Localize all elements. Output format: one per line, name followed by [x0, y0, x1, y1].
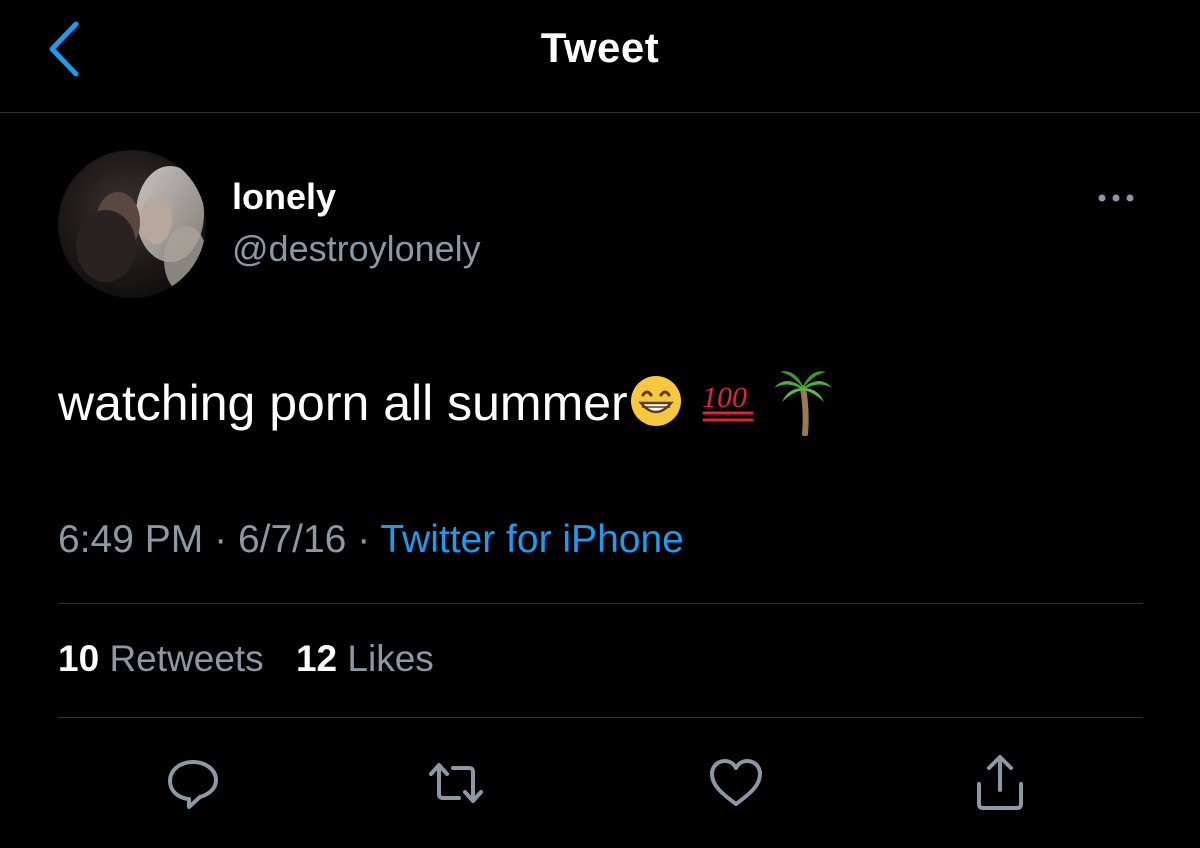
share-icon — [977, 755, 1023, 810]
divider — [58, 603, 1143, 604]
tweet-text: watching porn all summer 100 — [58, 366, 834, 448]
tweet-body: watching porn all summer — [58, 375, 628, 432]
like-button[interactable] — [705, 752, 767, 814]
tweet-source-link[interactable]: Twitter for iPhone — [380, 518, 683, 561]
retweet-button[interactable] — [425, 752, 487, 814]
share-button[interactable] — [969, 752, 1031, 814]
likes-stat[interactable]: 12 Likes — [296, 638, 434, 680]
hundred-points-emoji: 100 — [698, 373, 758, 441]
user-handle[interactable]: @destroylonely — [232, 228, 481, 270]
reply-button[interactable] — [162, 752, 224, 814]
avatar[interactable] — [58, 150, 206, 298]
tweet-date: 6/7/16 — [237, 518, 347, 561]
palm-tree-emoji — [772, 366, 834, 448]
likes-label: Likes — [347, 638, 434, 679]
retweets-count: 10 — [58, 638, 100, 679]
divider — [58, 717, 1143, 718]
avatar-photo — [58, 150, 206, 298]
svg-text:100: 100 — [702, 381, 747, 414]
tweet-time: 6:49 PM — [58, 518, 204, 561]
like-icon — [710, 759, 762, 806]
more-options-button[interactable] — [1088, 182, 1144, 214]
display-name[interactable]: lonely — [232, 176, 336, 218]
reply-icon — [168, 760, 218, 809]
grinning-face-with-smiling-eyes-emoji — [628, 373, 684, 441]
page-title: Tweet — [540, 24, 660, 71]
meta-separator: · — [214, 518, 228, 561]
tweet-meta: 6:49 PM · 6/7/16 · Twitter for iPhone — [58, 518, 684, 562]
retweets-stat[interactable]: 10 Retweets — [58, 638, 264, 680]
more-icon — [1098, 194, 1134, 202]
tweet-stats: 10 Retweets 12 Likes — [58, 638, 456, 680]
meta-separator: · — [357, 518, 371, 561]
likes-count: 12 — [295, 638, 338, 679]
retweet-icon — [429, 763, 483, 803]
retweets-label: Retweets — [109, 638, 264, 679]
navigation-bar: Tweet — [0, 0, 1200, 113]
